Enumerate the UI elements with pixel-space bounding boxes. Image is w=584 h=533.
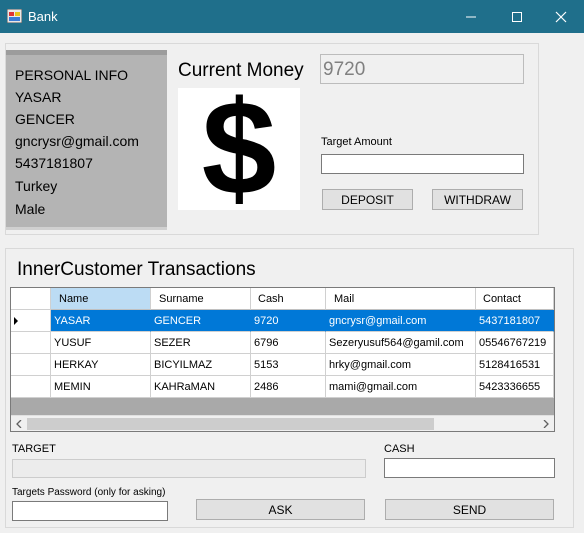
cell-mail[interactable]: hrky@gmail.com <box>326 354 476 376</box>
cell-name[interactable]: YASAR <box>51 310 151 332</box>
app-icon <box>7 9 22 23</box>
close-icon <box>555 11 567 22</box>
column-header-contact[interactable]: Contact <box>476 288 554 310</box>
scroll-right-button[interactable] <box>538 416 554 431</box>
cell-contact[interactable]: 5437181807 <box>476 310 554 332</box>
withdraw-button[interactable]: WITHDRAW <box>432 189 523 210</box>
cell-contact[interactable]: 05546767219 <box>476 332 554 354</box>
target-field <box>12 459 366 478</box>
grid-corner <box>11 288 51 310</box>
cell-surname[interactable]: GENCER <box>151 310 251 332</box>
chevron-right-icon <box>543 420 549 428</box>
minimize-button[interactable] <box>448 0 494 33</box>
cell-surname[interactable]: KAHRaMAN <box>151 376 251 398</box>
transactions-title: InnerCustomer Transactions <box>17 259 256 280</box>
column-header-cash[interactable]: Cash <box>251 288 326 310</box>
table-row[interactable]: HERKAY BICYILMAZ 5153 hrky@gmail.com 512… <box>11 354 554 376</box>
current-money-field: 9720 <box>320 54 524 84</box>
dollar-image: $ <box>178 74 300 223</box>
grid-header-row: Name Surname Cash Mail Contact <box>11 288 554 310</box>
cell-cash[interactable]: 2486 <box>251 376 326 398</box>
transactions-grid[interactable]: Name Surname Cash Mail Contact YASAR GEN… <box>10 287 555 432</box>
target-amount-label: Target Amount <box>321 136 392 148</box>
personal-phone: 5437181807 <box>15 155 93 171</box>
dollar-icon: $ <box>201 74 277 223</box>
cell-mail[interactable]: Sezeryusuf564@gamil.com <box>326 332 476 354</box>
target-password-input[interactable] <box>12 501 168 521</box>
row-header[interactable] <box>11 332 51 354</box>
row-header[interactable] <box>11 354 51 376</box>
ask-button[interactable]: ASK <box>196 499 365 520</box>
horizontal-scrollbar[interactable] <box>11 415 554 431</box>
cell-surname[interactable]: BICYILMAZ <box>151 354 251 376</box>
cell-contact[interactable]: 5128416531 <box>476 354 554 376</box>
cell-name[interactable]: HERKAY <box>51 354 151 376</box>
cell-mail[interactable]: gncrysr@gmail.com <box>326 310 476 332</box>
cell-cash[interactable]: 9720 <box>251 310 326 332</box>
row-header[interactable] <box>11 376 51 398</box>
personal-country: Turkey <box>15 178 58 194</box>
table-row[interactable]: YUSUF SEZER 6796 Sezeryusuf564@gamil.com… <box>11 332 554 354</box>
maximize-button[interactable] <box>494 0 540 33</box>
cell-name[interactable]: YUSUF <box>51 332 151 354</box>
personal-info-panel: PERSONAL INFO YASAR GENCER gncrysr@gmail… <box>6 50 167 230</box>
cell-cash[interactable]: 5153 <box>251 354 326 376</box>
row-header[interactable] <box>11 310 51 332</box>
column-header-name[interactable]: Name <box>51 288 151 310</box>
chevron-left-icon <box>16 420 22 428</box>
send-button[interactable]: SEND <box>385 499 554 520</box>
cell-surname[interactable]: SEZER <box>151 332 251 354</box>
minimize-icon <box>466 16 476 17</box>
cell-contact[interactable]: 5423336655 <box>476 376 554 398</box>
target-password-label: Targets Password (only for asking) <box>12 487 166 498</box>
current-row-arrow-icon <box>14 317 18 325</box>
table-row[interactable]: YASAR GENCER 9720 gncrysr@gmail.com 5437… <box>11 310 554 332</box>
title-bar: Bank <box>0 0 584 33</box>
personal-first-name: YASAR <box>15 89 62 105</box>
scroll-left-button[interactable] <box>11 416 27 431</box>
cash-label: CASH <box>384 443 415 455</box>
target-label: TARGET <box>12 443 56 455</box>
cell-name[interactable]: MEMIN <box>51 376 151 398</box>
window-title: Bank <box>28 9 58 24</box>
column-header-surname[interactable]: Surname <box>151 288 251 310</box>
maximize-icon <box>512 11 522 22</box>
column-header-mail[interactable]: Mail <box>326 288 476 310</box>
personal-gender: Male <box>15 201 46 217</box>
scrollbar-thumb[interactable] <box>27 418 434 430</box>
personal-info-heading: PERSONAL INFO <box>15 67 129 83</box>
personal-email: gncrysr@gmail.com <box>15 133 139 149</box>
cell-mail[interactable]: mami@gmail.com <box>326 376 476 398</box>
target-amount-input[interactable] <box>321 154 524 174</box>
close-button[interactable] <box>538 0 584 33</box>
deposit-button[interactable]: DEPOSIT <box>322 189 413 210</box>
cell-cash[interactable]: 6796 <box>251 332 326 354</box>
personal-last-name: GENCER <box>15 111 75 127</box>
cash-input[interactable] <box>384 458 555 478</box>
table-row[interactable]: MEMIN KAHRaMAN 2486 mami@gmail.com 54233… <box>11 376 554 398</box>
